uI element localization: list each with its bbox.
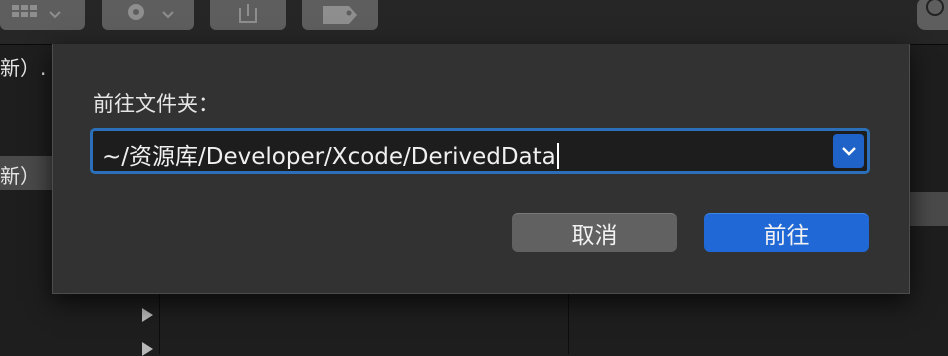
dialog-title: 前往文件夹： xyxy=(93,92,219,116)
disclosure-triangle-icon[interactable] xyxy=(142,308,153,322)
cancel-button[interactable]: 取消 xyxy=(512,213,677,252)
tag-icon xyxy=(323,6,357,24)
search-icon xyxy=(926,0,944,16)
list-item-label: 新） xyxy=(0,164,40,188)
path-input-value: ~/资源库/Developer/Xcode/DerivedData xyxy=(102,144,556,170)
path-input[interactable]: ~/资源库/Developer/Xcode/DerivedData xyxy=(102,137,559,171)
path-history-dropdown-button[interactable] xyxy=(833,134,864,168)
chevron-down-icon xyxy=(48,10,62,20)
text-caret xyxy=(556,143,559,169)
list-item[interactable]: 新）. xyxy=(0,52,46,81)
search-field[interactable] xyxy=(917,0,948,30)
column-divider xyxy=(568,292,569,354)
share-button[interactable] xyxy=(210,0,286,30)
chevron-down-icon xyxy=(161,10,175,20)
go-to-folder-dialog: 前往文件夹： ~/资源库/Developer/Xcode/DerivedData… xyxy=(52,44,910,294)
go-button[interactable]: 前往 xyxy=(704,213,869,252)
gear-icon xyxy=(121,4,151,26)
folder-path-combobox[interactable]: ~/资源库/Developer/Xcode/DerivedData xyxy=(90,128,870,174)
column-divider xyxy=(159,292,160,354)
view-mode-button[interactable] xyxy=(0,0,85,30)
selected-row-highlight xyxy=(908,192,948,226)
tag-button[interactable] xyxy=(302,0,378,30)
share-icon xyxy=(236,4,260,26)
chevron-down-icon xyxy=(841,142,857,161)
action-menu-button[interactable] xyxy=(102,0,194,30)
window-toolbar xyxy=(0,0,948,45)
grid-icon xyxy=(11,5,38,25)
